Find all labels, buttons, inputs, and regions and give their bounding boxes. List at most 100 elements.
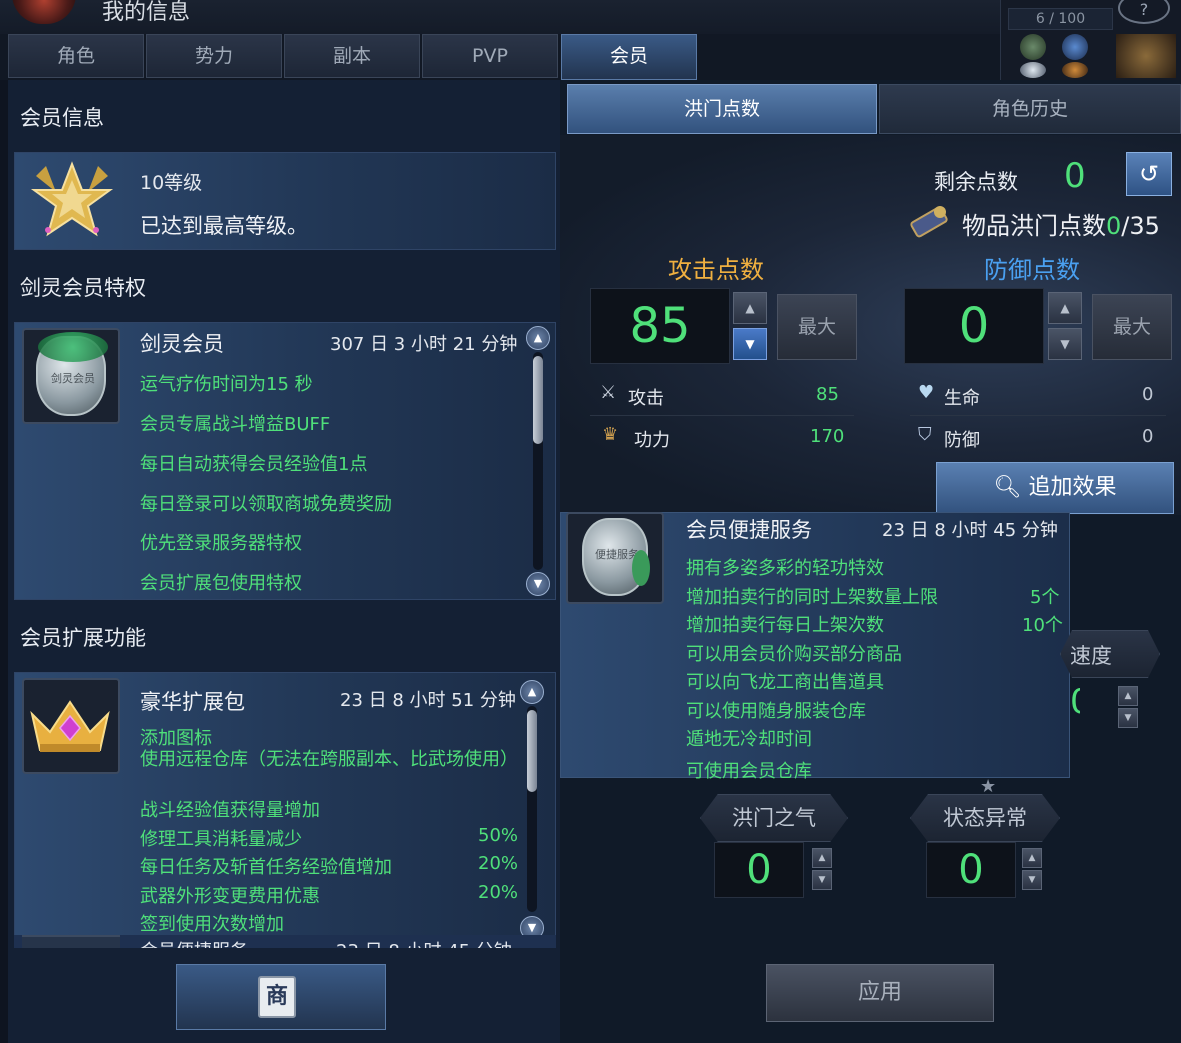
hongmen-qi-label: 洪门之气 [700, 794, 848, 842]
add-effect-button[interactable]: 🔍︎ 追加效果 [936, 462, 1174, 514]
service-item: 遁地无冷却时间 [686, 729, 812, 750]
item-icon[interactable] [1020, 34, 1046, 60]
reset-button[interactable]: ↺ [1126, 152, 1172, 196]
scroll-thumb[interactable] [533, 356, 543, 444]
tab-dungeon[interactable]: 副本 [284, 34, 420, 78]
stat-row-power: ♛ 功力 170 [602, 424, 845, 451]
tab-pvp[interactable]: PVP [422, 34, 558, 78]
service-item: 增加拍卖行每日上架次数 [686, 615, 884, 636]
stat-row-life: ♥ 生命 0 [910, 376, 1166, 416]
privilege-item: 会员扩展包使用特权 [140, 573, 302, 594]
status-effect-label: 状态异常 [910, 794, 1060, 842]
defense-max-button[interactable]: 最大 [1092, 294, 1172, 360]
level-star-icon [30, 161, 114, 237]
tab-faction[interactable]: 势力 [146, 34, 282, 78]
service-item: 增加拍卖行的同时上架数量上限 [686, 587, 938, 608]
scroll-thumb[interactable] [527, 710, 537, 792]
privilege-name: 剑灵会员 [140, 332, 224, 356]
stat-row-defense: ⛉ 防御 0 [918, 424, 1154, 451]
shield-icon: ⛉ [918, 424, 932, 445]
scroll-item-icon [910, 206, 948, 238]
service-name: 会员便捷服务 [686, 518, 812, 542]
privilege-remaining: 307 日 3 小时 21 分钟 [330, 334, 518, 355]
scroll-up-button[interactable]: ▲ [520, 680, 544, 704]
power-icon: ♛ [602, 424, 619, 445]
member-level: 10等级 [140, 172, 203, 194]
item-icon[interactable] [1062, 34, 1088, 60]
member-badge-icon: 剑灵会员 [36, 332, 108, 416]
extension-item: 添加图标 [140, 728, 212, 749]
remaining-points-label: 剩余点数 [934, 170, 1018, 194]
swords-icon: ⚔ [600, 382, 617, 403]
member-info-title: 会员信息 [20, 106, 104, 130]
hongmen-qi-decrease-button[interactable]: ▼ [812, 870, 832, 890]
stat-row-attack: ⚔ 攻击 85 [590, 376, 854, 416]
window-title: 我的信息 [102, 0, 191, 25]
hongmen-qi-value: 0 [714, 842, 804, 898]
service-item: 可使用会员仓库 [686, 761, 812, 782]
speed-decrease-button[interactable]: ▼ [1118, 708, 1138, 728]
service-item-value: 10个 [1022, 615, 1063, 636]
subtab-points[interactable]: 洪门点数 [567, 84, 877, 134]
extension-item: 修理工具消耗量减少 [140, 829, 302, 850]
attack-increase-button[interactable]: ▲ [733, 292, 767, 324]
item-icon[interactable] [1062, 62, 1088, 78]
scroll-down-button[interactable]: ▼ [526, 572, 550, 596]
privilege-item: 每日自动获得会员经验值1点 [140, 454, 368, 475]
hongmen-qi-increase-button[interactable]: ▲ [812, 848, 832, 868]
extension-item-value: 20% [478, 853, 519, 874]
extension-item: 使用远程仓库（无法在跨服副本、比武场使用） [140, 749, 518, 770]
defense-decrease-button[interactable]: ▼ [1048, 328, 1082, 360]
extension-item: 武器外形变更费用优惠 [140, 886, 320, 907]
apply-button[interactable]: 应用 [766, 964, 994, 1022]
remaining-points-value: 0 [1064, 156, 1086, 196]
extension-item: 每日任务及斩首任务经验值增加 [140, 857, 392, 878]
service-item: 可以用会员价购买部分商品 [686, 644, 902, 665]
service-remaining: 23 日 8 小时 45 分钟 [882, 520, 1058, 541]
defense-points-value: 0 [904, 288, 1044, 364]
extension-item-value: 50% [478, 825, 519, 846]
subtab-history[interactable]: 角色历史 [879, 84, 1181, 134]
emblem-icon [1116, 34, 1176, 78]
attack-max-button[interactable]: 最大 [777, 294, 857, 360]
item-icon[interactable] [1020, 62, 1046, 78]
privilege-title: 剑灵会员特权 [20, 276, 146, 300]
attack-points-title: 攻击点数 [668, 256, 764, 284]
service-item-value: 5个 [1030, 587, 1060, 608]
attack-decrease-button[interactable]: ▼ [733, 328, 767, 360]
extension-item: 签到使用次数增加 [140, 914, 284, 935]
service-item: 可以使用随身服装仓库 [686, 701, 866, 722]
tab-character[interactable]: 角色 [8, 34, 144, 78]
cutoff-row: 会员便捷服务 23 日 8 小时 45 分钟 [14, 935, 556, 948]
shop-icon: 商 [258, 976, 296, 1018]
extension-item: 战斗经验值获得量增加 [140, 800, 320, 821]
heart-icon: ♥ [918, 382, 935, 403]
defense-points-title: 防御点数 [984, 256, 1080, 284]
status-effect-decrease-button[interactable]: ▼ [1022, 870, 1042, 890]
privilege-item: 会员专属战斗增益BUFF [140, 414, 331, 435]
tab-membership[interactable]: 会员 [561, 34, 697, 80]
extension-title: 会员扩展功能 [20, 626, 146, 650]
level-status: 已达到最高等级。 [140, 214, 308, 238]
privilege-item: 运气疗伤时间为15 秒 [140, 374, 313, 395]
service-item: 拥有多姿多彩的轻功特效 [686, 558, 884, 579]
speed-increase-button[interactable]: ▲ [1118, 686, 1138, 706]
speed-stat-label: 速度 [1060, 630, 1160, 678]
slot-counter: 6 / 100 [1008, 8, 1113, 30]
extension-remaining: 23 日 8 小时 51 分钟 [340, 690, 516, 711]
status-effect-value: 0 [926, 842, 1016, 898]
crown-icon [30, 700, 110, 752]
privilege-item: 优先登录服务器特权 [140, 533, 302, 554]
extension-item-value: 20% [478, 882, 519, 903]
attack-points-value: 85 [590, 288, 730, 364]
extension-name: 豪华扩展包 [140, 690, 245, 714]
status-effect-increase-button[interactable]: ▲ [1022, 848, 1042, 868]
speed-stat-value: 0 [1070, 682, 1080, 722]
item-points-row: 物品洪门点数0/35 [962, 212, 1160, 240]
defense-increase-button[interactable]: ▲ [1048, 292, 1082, 324]
service-badge-icon: 便捷服务 [582, 518, 650, 596]
scroll-up-button[interactable]: ▲ [526, 326, 550, 350]
magnifier-icon: 🔍︎ [993, 475, 1022, 500]
privilege-item: 每日登录可以领取商城免费奖励 [140, 494, 392, 515]
star-icon: ★ [980, 776, 997, 797]
